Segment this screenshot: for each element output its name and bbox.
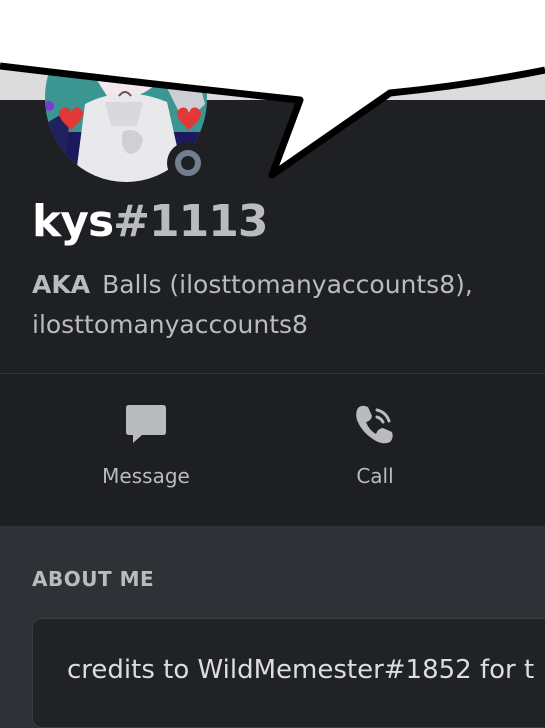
chat-bubble-icon — [126, 405, 166, 443]
call-label: Call — [356, 464, 394, 488]
aka-names: Balls (ilosttomanyaccounts8), ilosttoman… — [32, 270, 473, 339]
message-button[interactable]: Message — [96, 404, 196, 488]
actions-panel — [0, 374, 545, 526]
call-button[interactable]: Call — [330, 404, 420, 488]
username: kys#1113 — [32, 196, 268, 248]
about-me-heading: ABOUT ME — [32, 567, 155, 591]
username-name: kys — [32, 196, 114, 247]
aka-label: AKA — [32, 270, 91, 299]
about-me-text: credits to WildMemester#1852 for t — [67, 655, 535, 685]
username-discriminator: #1113 — [113, 196, 268, 247]
aka-section: AKA Balls (ilosttomanyaccounts8), ilostto… — [32, 265, 532, 345]
phone-call-icon — [356, 405, 393, 444]
about-me-box: credits to WildMemester#1852 for t — [32, 618, 545, 728]
offline-status-icon — [175, 150, 201, 176]
status-indicator — [167, 142, 209, 184]
message-label: Message — [102, 464, 190, 488]
